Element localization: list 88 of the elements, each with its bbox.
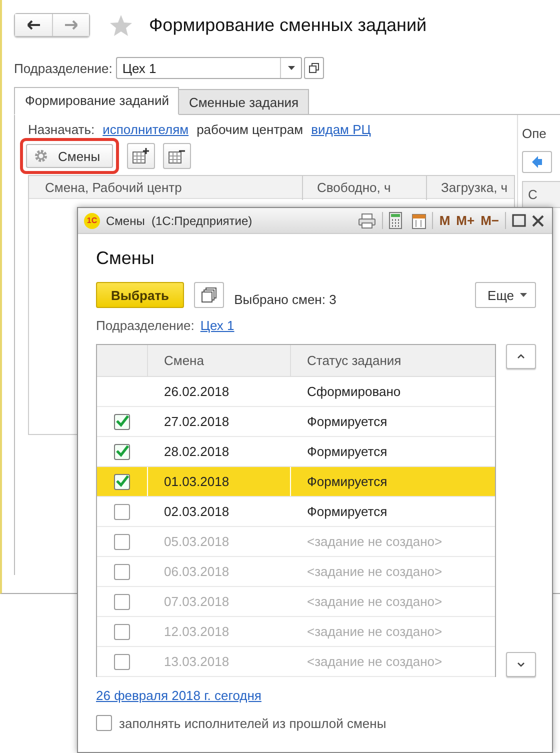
row-checkbox[interactable] <box>114 414 130 430</box>
row-checkbox[interactable] <box>114 534 130 550</box>
table-row[interactable]: 02.03.2018 Формируется <box>97 497 495 527</box>
column-header: Загрузка, ч <box>426 174 514 200</box>
today-link[interactable]: 26 февраля 2018 г. сегодня <box>96 688 262 703</box>
table-row[interactable]: 27.02.2018 Формируется <box>97 407 495 437</box>
open-button[interactable] <box>304 57 324 79</box>
row-checkbox[interactable] <box>114 594 130 610</box>
status-cell: Сформировано <box>307 384 401 399</box>
app-logo: 1С <box>84 212 100 228</box>
back-button[interactable] <box>15 14 52 36</box>
calculator-icon[interactable] <box>389 212 402 229</box>
column-header: Смена <box>147 345 290 376</box>
panel-label: Опе <box>522 126 548 141</box>
date-cell: 12.03.2018 <box>164 624 230 639</box>
department-field[interactable]: Цех 1 <box>116 57 302 79</box>
add-column-button[interactable] <box>127 143 156 169</box>
row-checkbox[interactable] <box>114 654 130 670</box>
forward-arrow-icon <box>64 20 78 30</box>
move-left-button[interactable] <box>522 151 552 173</box>
fill-checkbox[interactable] <box>96 715 112 731</box>
column-header: Статус задания <box>290 345 495 376</box>
close-icon[interactable] <box>532 214 544 226</box>
left-arrow-icon <box>532 156 542 168</box>
dialog-heading: Смены <box>96 248 156 269</box>
row-checkbox[interactable] <box>114 564 130 580</box>
status-cell: Формируется <box>307 414 388 429</box>
memory-button[interactable]: M− <box>480 213 499 228</box>
date-cell: 26.02.2018 <box>164 384 230 399</box>
row-checkbox[interactable] <box>114 624 130 640</box>
date-cell: 02.03.2018 <box>164 504 230 519</box>
column-header: Свободно, ч <box>302 174 426 200</box>
tab[interactable]: Формирование заданий <box>14 87 179 115</box>
date-cell: 28.02.2018 <box>164 444 230 459</box>
row-checkbox[interactable] <box>114 474 130 490</box>
status-cell: Формируется <box>307 504 388 519</box>
row-checkbox[interactable] <box>114 444 130 460</box>
selected-count: Выбрано смен: 3 <box>234 292 336 306</box>
table-minus-icon <box>168 148 186 164</box>
memory-button[interactable]: M+ <box>456 213 475 228</box>
dropdown-icon <box>520 293 527 297</box>
status-cell: <задание не создано> <box>307 594 442 609</box>
open-icon <box>309 63 320 73</box>
table-row[interactable]: 26.02.2018 Сформировано <box>97 377 495 407</box>
tab[interactable]: Сменные задания <box>178 89 309 115</box>
copy-icon <box>201 287 218 303</box>
assign-option-link[interactable]: исполнителям <box>102 122 189 137</box>
more-button[interactable]: Еще <box>474 282 536 308</box>
assign-option-link[interactable]: видам РЦ <box>311 122 371 137</box>
status-cell: <задание не создано> <box>307 564 442 579</box>
column-header: С <box>528 187 538 202</box>
checkbox-label: заполнять исполнителей из прошлой смены <box>119 716 386 730</box>
status-cell: <задание не создано> <box>307 534 442 549</box>
select-button[interactable]: Выбрать <box>96 282 184 308</box>
status-cell: <задание не создано> <box>307 624 442 639</box>
gear-icon <box>34 149 48 163</box>
assign-label: Назначать: <box>28 122 95 137</box>
remove-column-button[interactable] <box>163 143 192 169</box>
status-cell: <задание не создано> <box>307 654 442 669</box>
back-arrow-icon <box>26 20 40 30</box>
date-cell: 27.02.2018 <box>164 414 230 429</box>
date-cell: 01.03.2018 <box>164 474 230 489</box>
row-checkbox[interactable] <box>114 504 130 520</box>
star-icon[interactable] <box>110 14 132 36</box>
column-header: Смена, Рабочий центр <box>44 180 183 194</box>
date-cell: 07.03.2018 <box>164 594 230 609</box>
date-cell: 06.03.2018 <box>164 564 230 579</box>
maximize-icon[interactable] <box>512 214 526 227</box>
status-cell: Формируется <box>307 444 388 459</box>
field-label: Подразделение: <box>96 318 194 333</box>
status-cell: Формируется <box>307 474 388 489</box>
chevron-down-icon <box>517 662 525 667</box>
table-row[interactable]: 01.03.2018 Формируется <box>97 467 495 497</box>
printer-icon[interactable] <box>358 212 376 228</box>
copy-button[interactable] <box>194 282 224 308</box>
shifts-button[interactable]: Смены <box>26 144 114 168</box>
dropdown-icon <box>288 66 295 70</box>
calendar-icon[interactable] <box>412 212 426 229</box>
date-cell: 05.03.2018 <box>164 534 230 549</box>
chevron-up-icon <box>517 354 525 359</box>
window-title: Формирование сменных заданий <box>149 14 427 36</box>
assign-option-link[interactable]: рабочим центрам <box>196 122 304 137</box>
field-label: Подразделение: <box>14 60 112 76</box>
table-plus-icon <box>132 148 150 164</box>
date-cell: 13.03.2018 <box>164 654 230 669</box>
dialog-title: Смены (1С:Предприятие) <box>106 214 252 228</box>
memory-button[interactable]: M <box>439 213 450 228</box>
department-link[interactable]: Цех 1 <box>200 318 234 333</box>
